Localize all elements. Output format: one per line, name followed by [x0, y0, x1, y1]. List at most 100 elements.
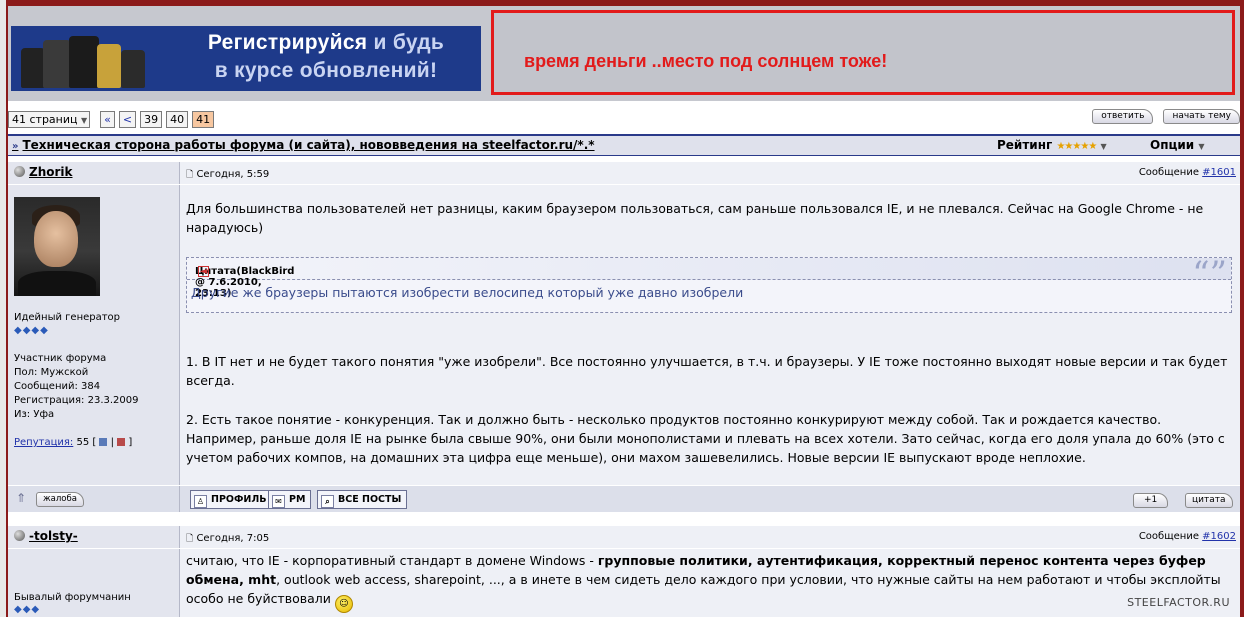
profile-button[interactable]: ♙ ПРОФИЛЬ — [190, 490, 273, 509]
register-banner[interactable]: Регистрируйся и будь в курсе обновлений! — [11, 26, 481, 91]
page-link[interactable]: 40 — [166, 111, 189, 128]
post-time-text: Сегодня, 5:59 — [196, 169, 270, 180]
post-footer: ⇑ жалоба ♙ ПРОФИЛЬ ✉ PM ⌕ ВСЕ ПОСТЫ +1 цита… — [8, 486, 1240, 512]
author-sidebar: Идейный генератор ◆◆◆◆ Участник форума П… — [8, 185, 180, 485]
jar-image — [69, 36, 99, 88]
all-posts-button[interactable]: ⌕ ВСЕ ПОСТЫ — [317, 490, 408, 509]
ad-text: время деньги ..место под солнцем тоже! — [524, 51, 888, 71]
post-number: Сообщение #1601 — [1139, 167, 1236, 178]
offline-status-icon — [14, 530, 25, 541]
post-number-label: Сообщение — [1138, 167, 1199, 178]
pm-button-label: PM — [289, 494, 306, 505]
post-number-link[interactable]: #1602 — [1202, 531, 1236, 542]
author-post-count: Сообщений: 384 — [14, 381, 101, 392]
profile-button-label: ПРОФИЛЬ — [211, 494, 267, 505]
post-footer-right: ♙ ПРОФИЛЬ ✉ PM ⌕ ВСЕ ПОСТЫ +1 цитата — [180, 486, 1240, 512]
quote-marks-icon: “” — [1192, 254, 1227, 294]
pm-button[interactable]: ✉ PM — [268, 490, 312, 509]
scroll-top-icon[interactable]: ⇑ — [16, 491, 26, 505]
avatar — [14, 197, 100, 296]
forum-post: Zhorik 🗋 Сегодня, 5:59 Сообщение #1601 И… — [8, 162, 1240, 519]
person-icon: ♙ — [194, 495, 207, 508]
post-meta-cell: 🗋 Сегодня, 5:59 Сообщение #1601 — [180, 162, 1240, 184]
author-gender: Пол: Мужской — [14, 367, 89, 378]
jar-image — [21, 48, 45, 88]
quote-text: Другие же браузеры пытаются изобрести ве… — [191, 285, 744, 300]
rating-label: Рейтинг — [997, 138, 1053, 152]
banner-line1: Регистрируйся и будь — [181, 31, 471, 55]
chevron-down-icon: ▼ — [1198, 142, 1205, 151]
post-author-cell: -tolsty- — [8, 526, 180, 548]
rep-minus-icon[interactable] — [117, 438, 126, 446]
reputation-value: 55 — [76, 437, 90, 448]
rating-menu[interactable]: Рейтинг ★★★★★ ▼ — [997, 138, 1107, 152]
quote-header: Цитата(BlackBird @ 7.6.2010, 23:13) ◄ “” — [187, 254, 1231, 299]
window-right-border — [1240, 0, 1244, 617]
author-name: Zhorik — [29, 165, 73, 179]
smiley-icon: ☺ — [334, 595, 353, 613]
pagination: 41 страниц ▼ « < 39 40 41 — [8, 111, 215, 128]
post-footer-left: ⇑ жалоба — [8, 486, 180, 512]
quote-source-icon[interactable]: ◄ — [198, 266, 209, 277]
post-author-cell: Zhorik — [8, 162, 180, 184]
rating-stars: ★★★★★ — [1056, 141, 1097, 152]
author-location: Из: Уфа — [14, 409, 55, 420]
post-meta-cell: 🗋 Сегодня, 7:05 Сообщение #1602 — [180, 526, 1240, 548]
window-left-border — [0, 0, 8, 617]
jar-image — [121, 50, 145, 88]
post-number: Сообщение #1602 — [1139, 531, 1236, 542]
rank-pips-icon: ◆◆◆ — [14, 604, 41, 615]
banner-register-text: Регистрируйся — [207, 31, 368, 54]
post-time: 🗋 Сегодня, 5:59 — [186, 167, 269, 183]
supplement-jars-image — [21, 32, 161, 88]
author-group: Участник форума — [14, 353, 107, 364]
post-number-label: Сообщение — [1138, 531, 1199, 542]
post-page-icon: 🗋 — [186, 170, 194, 180]
reply-button[interactable]: ответить — [1092, 109, 1154, 124]
topic-title: Техническая сторона работы форума (и сай… — [22, 138, 595, 152]
post-body: считаю, что IE - корпоративный стандарт … — [180, 549, 1240, 617]
options-menu[interactable]: Опции ▼ — [1150, 138, 1205, 152]
post-header: Zhorik 🗋 Сегодня, 5:59 Сообщение #1601 — [8, 162, 1240, 184]
current-page: 41 — [192, 111, 215, 128]
topic-title-link[interactable]: » Техническая сторона работы форума (и са… — [12, 138, 595, 152]
forum-post: -tolsty- 🗋 Сегодня, 7:05 Сообщение #1602… — [8, 526, 1240, 617]
forum-page: Регистрируйся и будь в курсе обновлений!… — [8, 6, 1240, 617]
topic-actions: ответить начать тему — [1092, 109, 1240, 124]
pages-dropdown-label: 41 страниц — [12, 113, 78, 126]
post-body: Для большинства пользователей нет разниц… — [180, 185, 1240, 485]
options-label: Опции — [1150, 138, 1195, 152]
rank-pips-icon: ◆◆◆◆ — [14, 325, 49, 336]
pages-dropdown[interactable]: 41 страниц ▼ — [8, 111, 91, 128]
ad-box[interactable]: время деньги ..место под солнцем тоже! — [491, 10, 1235, 95]
post-text-part: считаю, что IE - корпоративный стандарт … — [186, 553, 598, 568]
offline-status-icon — [14, 166, 25, 177]
chevron-down-icon: ▼ — [81, 116, 88, 125]
plus-one-button[interactable]: +1 — [1133, 493, 1169, 508]
search-icon: ⌕ — [321, 495, 334, 508]
prev-page-button[interactable]: < — [118, 111, 137, 128]
post-time-text: Сегодня, 7:05 — [196, 533, 270, 544]
quote-button[interactable]: цитата — [1185, 493, 1233, 508]
post-paragraph: 1. В IT нет и не будет такого понятия "у… — [186, 354, 1228, 388]
author-name: -tolsty- — [29, 529, 78, 543]
avatar-shirt — [18, 271, 96, 296]
author-link[interactable]: Zhorik — [14, 165, 73, 179]
complaint-button[interactable]: жалоба — [36, 492, 84, 507]
rep-plus-icon[interactable] — [99, 438, 108, 446]
chevron-down-icon: ▼ — [1100, 142, 1107, 151]
new-topic-button[interactable]: начать тему — [1163, 109, 1240, 124]
post-paragraph: 2. Есть такое понятие - конкуренция. Так… — [186, 412, 1225, 465]
all-posts-button-label: ВСЕ ПОСТЫ — [338, 494, 402, 505]
mail-icon: ✉ — [272, 495, 285, 508]
reputation: Репутация: 55 [ | ] — [14, 437, 133, 448]
jar-image — [97, 44, 121, 88]
page-link[interactable]: 39 — [140, 111, 163, 128]
banner-line2: в курсе обновлений! — [214, 59, 438, 82]
post-number-link[interactable]: #1601 — [1202, 167, 1236, 178]
double-arrow-icon: » — [12, 141, 19, 152]
site-header: Регистрируйся и будь в курсе обновлений!… — [8, 6, 1240, 101]
reputation-link[interactable]: Репутация: — [14, 437, 73, 448]
author-link[interactable]: -tolsty- — [14, 529, 78, 543]
first-page-button[interactable]: « — [100, 111, 115, 128]
